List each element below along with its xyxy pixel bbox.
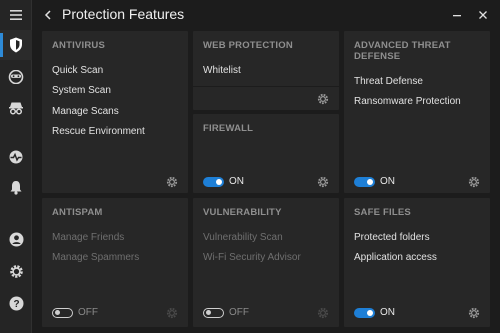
advanced-threat-defense-settings-gear-icon[interactable] — [468, 176, 480, 188]
menu-icon — [10, 10, 22, 20]
incognito-icon — [9, 102, 23, 115]
antispam-toggle-label: OFF — [78, 307, 98, 318]
chevron-left-icon — [44, 10, 51, 20]
sidebar-item-notifications[interactable] — [0, 172, 32, 202]
menu-button[interactable] — [0, 0, 32, 30]
close-icon — [479, 11, 487, 19]
system-scan-link[interactable]: System Scan — [52, 85, 111, 96]
sidebar-item-privacy[interactable] — [0, 62, 32, 92]
quick-scan-link[interactable]: Quick Scan — [52, 65, 103, 76]
card-antivirus: ANTIVIRUS Quick Scan System Scan Manage … — [42, 31, 188, 193]
firewall-toggle-label: ON — [229, 176, 244, 187]
notifications-bell-icon — [10, 180, 22, 195]
sidebar-item-protection[interactable] — [0, 30, 32, 60]
application-access-link[interactable]: Application access — [354, 252, 437, 263]
protected-folders-link[interactable]: Protected folders — [354, 232, 430, 243]
help-icon: ? — [9, 296, 23, 310]
privacy-mask-icon — [8, 70, 24, 84]
sidebar-item-account[interactable] — [0, 224, 32, 254]
card-web-protection: WEB PROTECTION Whitelist — [193, 31, 339, 110]
sidebar: ? — [0, 0, 32, 333]
card-title: WEB PROTECTION — [203, 40, 293, 51]
firewall-settings-gear-icon[interactable] — [317, 176, 329, 188]
threat-defense-link[interactable]: Threat Defense — [354, 76, 423, 87]
divider — [193, 86, 339, 87]
vulnerability-scan-link[interactable]: Vulnerability Scan — [203, 232, 283, 243]
title-bar: Protection Features — [32, 0, 500, 30]
ransomware-protection-link[interactable]: Ransomware Protection — [354, 96, 461, 107]
safe-files-toggle[interactable] — [354, 308, 375, 318]
card-firewall: FIREWALL ON — [193, 114, 339, 193]
svg-text:?: ? — [13, 299, 19, 310]
antispam-settings-gear-icon[interactable] — [166, 307, 178, 319]
activity-icon — [9, 150, 23, 164]
whitelist-link[interactable]: Whitelist — [203, 65, 241, 76]
close-button[interactable] — [472, 5, 494, 25]
advanced-threat-defense-toggle[interactable] — [354, 177, 375, 187]
sidebar-item-activity[interactable] — [0, 142, 32, 172]
card-title: ANTISPAM — [52, 207, 103, 218]
vulnerability-settings-gear-icon[interactable] — [317, 307, 329, 319]
card-advanced-threat-defense: ADVANCED THREAT DEFENSE Threat Defense R… — [344, 31, 490, 193]
settings-gear-icon — [9, 264, 23, 278]
manage-spammers-link[interactable]: Manage Spammers — [52, 252, 139, 263]
web-protection-settings-gear-icon[interactable] — [317, 93, 329, 105]
card-title: FIREWALL — [203, 123, 254, 134]
card-safe-files: SAFE FILES Protected folders Application… — [344, 198, 490, 327]
account-icon — [9, 232, 23, 246]
minimize-icon — [453, 15, 461, 17]
wifi-security-advisor-link[interactable]: Wi-Fi Security Advisor — [203, 252, 301, 263]
card-antispam: ANTISPAM Manage Friends Manage Spammers … — [42, 198, 188, 327]
safe-files-settings-gear-icon[interactable] — [468, 307, 480, 319]
card-title: ANTIVIRUS — [52, 40, 105, 51]
back-button[interactable] — [38, 5, 58, 25]
vulnerability-toggle[interactable] — [203, 308, 224, 318]
firewall-toggle[interactable] — [203, 177, 224, 187]
card-title: ADVANCED THREAT DEFENSE — [354, 40, 451, 62]
antivirus-settings-gear-icon[interactable] — [166, 176, 178, 188]
sidebar-item-help[interactable]: ? — [0, 288, 32, 318]
manage-scans-link[interactable]: Manage Scans — [52, 106, 119, 117]
vulnerability-toggle-label: OFF — [229, 307, 249, 318]
card-vulnerability: VULNERABILITY Vulnerability Scan Wi-Fi S… — [193, 198, 339, 327]
sidebar-item-incognito[interactable] — [0, 93, 32, 123]
card-title: SAFE FILES — [354, 207, 411, 218]
protection-shield-icon — [10, 37, 22, 53]
page-title: Protection Features — [62, 6, 185, 22]
sidebar-item-settings[interactable] — [0, 256, 32, 286]
card-title: VULNERABILITY — [203, 207, 282, 218]
antispam-toggle[interactable] — [52, 308, 73, 318]
manage-friends-link[interactable]: Manage Friends — [52, 232, 124, 243]
advanced-threat-defense-toggle-label: ON — [380, 176, 395, 187]
rescue-environment-link[interactable]: Rescue Environment — [52, 126, 145, 137]
minimize-button[interactable] — [446, 5, 468, 25]
safe-files-toggle-label: ON — [380, 307, 395, 318]
